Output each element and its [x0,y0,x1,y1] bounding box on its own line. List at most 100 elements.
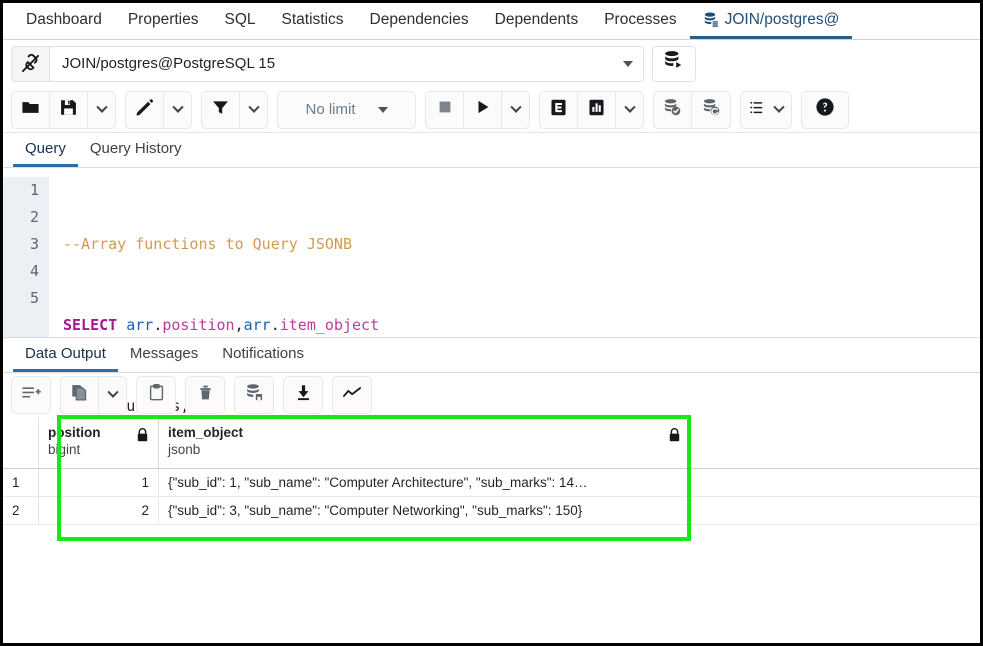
object-tab-strip: Dashboard Properties SQL Statistics Depe… [3,3,980,40]
open-file-button[interactable] [12,92,50,128]
download-csv-button[interactable] [284,377,322,413]
tab-dashboard[interactable]: Dashboard [13,3,115,39]
save-file-button[interactable] [50,92,88,128]
line-number: 4 [3,258,39,285]
copy-icon [70,383,89,407]
line-number: 5 [3,285,39,312]
pencil-edit-icon [135,98,154,122]
execute-query-button[interactable] [464,92,502,128]
paste-group [136,376,176,414]
save-file-dropdown[interactable] [88,92,115,128]
delete-row-button[interactable] [186,377,224,413]
download-group [283,376,323,414]
delete-trash-icon [196,383,215,407]
table-row[interactable]: 2 2 {"sub_id": 3, "sub_name": "Computer … [3,497,980,525]
sql-comment: --Array functions to Query JSONB [63,235,352,253]
stop-square-icon [436,98,454,121]
download-csv-icon [294,383,313,407]
chevron-down-icon [773,101,784,112]
add-row-button[interactable] [12,377,50,413]
tab-query[interactable]: Query [13,133,78,167]
sql-alias: arr [244,316,271,334]
sql-editor[interactable]: 1 2 3 4 5 --Array functions to Query JSO… [3,168,980,338]
filter-button[interactable] [202,92,240,128]
tab-label: Messages [130,345,198,362]
rollback-button[interactable] [692,92,730,128]
tab-notifications[interactable]: Notifications [210,338,316,372]
results-grid[interactable]: position bigint item_object jsonb [3,417,980,525]
explain-analyze-button[interactable] [578,92,616,128]
execute-dropdown[interactable] [502,92,529,128]
play-triangle-icon [474,98,492,121]
add-row-group [11,376,51,414]
graph-visualizer-icon [342,383,363,407]
chevron-down-icon[interactable] [623,61,633,67]
save-data-changes-button[interactable] [235,377,273,413]
column-type: bigint [48,441,101,459]
grid-header-row: position bigint item_object jsonb [3,417,980,469]
tab-label: Properties [128,11,199,29]
tab-properties[interactable]: Properties [115,3,212,39]
tab-statistics[interactable]: Statistics [269,3,357,39]
execute-group [425,91,530,129]
filter-group [201,91,268,129]
explain-button[interactable] [540,92,578,128]
sql-code-area[interactable]: --Array functions to Query JSONB SELECT … [49,177,980,337]
table-row[interactable]: 1 1 {"sub_id": 1, "sub_name": "Computer … [3,469,980,497]
lock-icon [668,427,681,443]
column-name: item_object [168,424,243,441]
tab-processes[interactable]: Processes [591,3,689,39]
column-header-item-object[interactable]: item_object jsonb [159,417,691,468]
edit-dropdown[interactable] [164,92,191,128]
row-number: 2 [3,497,39,524]
chevron-down-icon [107,387,118,398]
copy-dropdown[interactable] [99,377,126,413]
copy-button[interactable] [61,377,99,413]
sql-dot: . [271,316,280,334]
row-limit-select[interactable]: No limit [278,92,415,128]
tab-dependencies[interactable]: Dependencies [357,3,482,39]
chevron-down-icon [96,101,107,112]
connection-select[interactable]: JOIN/postgres@PostgreSQL 15 [49,46,644,82]
row-limit-label: No limit [305,101,355,118]
tab-label: Dependents [495,11,579,29]
column-name: position [48,424,101,441]
edit-group [125,91,192,129]
cell-item-object[interactable]: {"sub_id": 3, "sub_name": "Computer Netw… [159,497,691,524]
column-header-position[interactable]: position bigint [39,417,159,468]
cell-item-object[interactable]: {"sub_id": 1, "sub_name": "Computer Arch… [159,469,691,496]
tab-data-output[interactable]: Data Output [13,338,118,372]
tab-sql[interactable]: SQL [211,3,268,39]
query-toolbar: No limit [3,87,980,133]
save-icon [59,98,78,122]
edit-button[interactable] [126,92,164,128]
sql-alias: arr [126,316,153,334]
sql-column-item-object: item_object [280,316,379,334]
cell-position[interactable]: 1 [39,469,159,496]
transaction-group [653,91,731,129]
tab-messages[interactable]: Messages [118,338,210,372]
paste-button[interactable] [137,377,175,413]
graph-visualizer-button[interactable] [333,377,371,413]
filter-funnel-icon [211,98,230,122]
lock-icon [136,427,149,443]
stop-query-button[interactable] [426,92,464,128]
filter-dropdown[interactable] [240,92,267,128]
tab-label: Notifications [222,345,304,362]
sql-comma: , [235,316,244,334]
help-question-icon [815,97,835,122]
save-data-changes-icon [245,383,264,407]
chevron-down-icon [624,101,635,112]
results-grid-wrapper: position bigint item_object jsonb [3,417,980,607]
tab-dependents[interactable]: Dependents [482,3,592,39]
connection-manager-button[interactable] [652,46,696,82]
macros-button[interactable] [741,92,791,128]
commit-button[interactable] [654,92,692,128]
help-button[interactable] [802,92,848,128]
explain-dropdown[interactable] [616,92,643,128]
cell-position[interactable]: 2 [39,497,159,524]
tab-query-tool-join-postgres[interactable]: JOIN/postgres@ [690,3,853,39]
tab-query-history[interactable]: Query History [78,133,194,167]
column-type: jsonb [168,441,243,459]
tab-label: JOIN/postgres@ [725,11,840,29]
